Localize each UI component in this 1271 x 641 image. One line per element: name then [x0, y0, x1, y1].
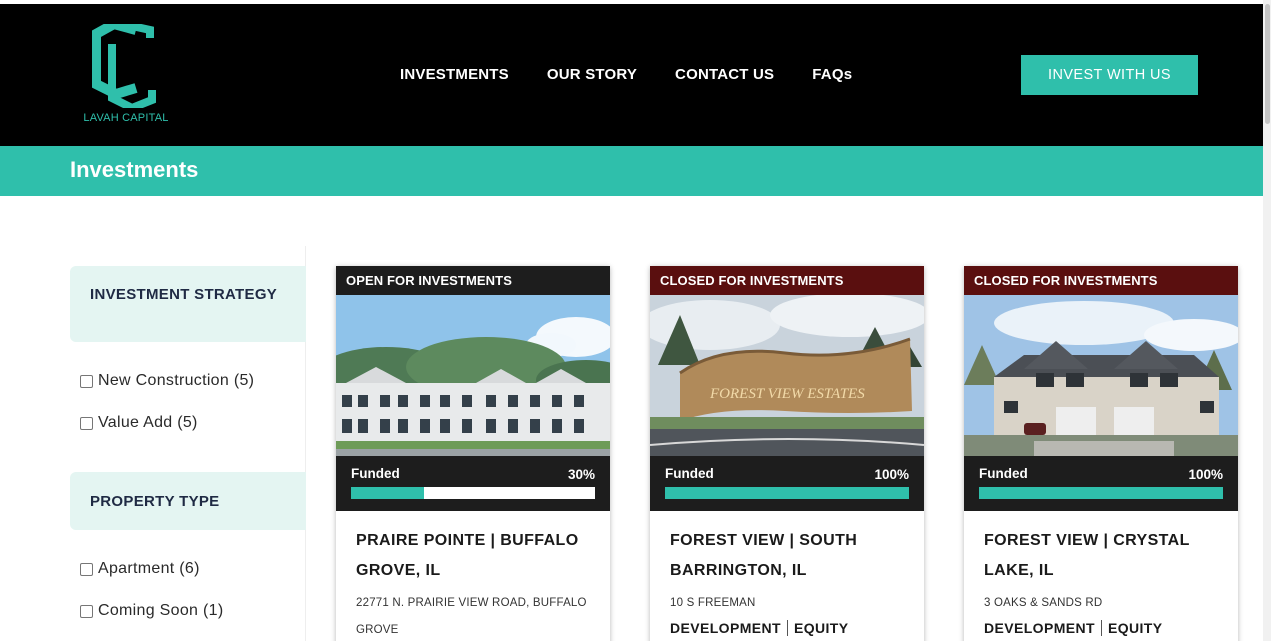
nav-investments[interactable]: INVESTMENTS	[400, 66, 509, 83]
property-image[interactable]: FOREST VIEW ESTATES	[650, 295, 924, 456]
invest-with-us-button[interactable]: INVEST WITH US	[1021, 55, 1198, 95]
funding-progress: Funded 30%	[336, 456, 610, 511]
filter-option-label: Value Add (5)	[98, 414, 198, 431]
progress-fill	[351, 487, 425, 499]
tag-equity: EQUITY	[1107, 620, 1163, 636]
checkbox[interactable]	[80, 604, 93, 618]
filter-option-coming-soon[interactable]: Coming Soon (1)	[80, 602, 223, 620]
funded-percent: 100%	[1188, 467, 1223, 482]
investment-card[interactable]: CLOSED FOR INVESTMENTS Funded 100% FORES…	[964, 266, 1238, 641]
funding-progress: Funded 100%	[650, 456, 924, 511]
main-nav: INVESTMENTS OUR STORY CONTACT US FAQs	[400, 66, 852, 83]
filter-heading-property-type[interactable]: PROPERTY TYPE	[70, 472, 306, 530]
card-address: 10 S FREEMAN	[670, 597, 756, 609]
page-title-banner: Investments	[0, 146, 1263, 196]
investment-card[interactable]: CLOSED FOR INVESTMENTS FOREST VIEW ESTAT…	[650, 266, 924, 641]
tag-development: DEVELOPMENT	[984, 620, 1095, 636]
filter-option-label: Coming Soon (1)	[98, 602, 224, 619]
card-title[interactable]: PRAIRE POINTE | BUFFALO GROVE, IL	[356, 526, 596, 586]
card-title[interactable]: FOREST VIEW | CRYSTAL LAKE, IL	[984, 526, 1224, 586]
filter-option-label: Apartment (6)	[98, 560, 200, 577]
logo-mark-icon	[92, 24, 156, 108]
progress-track	[351, 487, 595, 499]
card-address: 22771 N. PRAIRIE VIEW ROAD, BUFFALO GROV…	[356, 597, 587, 636]
investment-card[interactable]: OPEN FOR INVESTMENTS Funded 30% PRAIRE P…	[336, 266, 610, 641]
funded-percent: 100%	[874, 467, 909, 482]
card-status-badge: OPEN FOR INVESTMENTS	[336, 266, 610, 295]
checkbox[interactable]	[80, 374, 93, 388]
scrollbar-thumb[interactable]	[1265, 4, 1270, 124]
nav-faqs[interactable]: FAQs	[812, 66, 852, 83]
nav-contact-us[interactable]: CONTACT US	[675, 66, 774, 83]
filter-option-label: New Construction (5)	[98, 372, 255, 389]
tag-divider	[786, 620, 788, 636]
progress-fill	[979, 487, 1223, 499]
funded-label: Funded	[979, 466, 1028, 481]
property-image[interactable]	[964, 295, 1238, 456]
checkbox[interactable]	[80, 562, 93, 576]
tag-development: DEVELOPMENT	[670, 620, 781, 636]
property-image[interactable]	[336, 295, 610, 456]
progress-track	[665, 487, 909, 499]
card-tags: DEVELOPMENT EQUITY	[984, 620, 1163, 636]
progress-track	[979, 487, 1223, 499]
forest-view-sign-text: FOREST VIEW ESTATES	[709, 386, 865, 402]
funding-progress: Funded 100%	[964, 456, 1238, 511]
checkbox[interactable]	[80, 416, 93, 430]
card-tags: DEVELOPMENT EQUITY	[670, 620, 849, 636]
funded-label: Funded	[665, 466, 714, 481]
filter-option-apartment[interactable]: Apartment (6)	[80, 560, 200, 578]
page-title: Investments	[70, 157, 199, 182]
lavah-capital-logo[interactable]: LAVAH CAPITAL	[80, 24, 172, 128]
logo-text: LAVAH CAPITAL	[83, 112, 169, 124]
tag-equity: EQUITY	[793, 620, 849, 636]
filter-sidebar: INVESTMENT STRATEGY New Construction (5)…	[70, 246, 306, 641]
card-status-badge: CLOSED FOR INVESTMENTS	[964, 266, 1238, 295]
filter-heading-investment-strategy[interactable]: INVESTMENT STRATEGY	[70, 266, 306, 342]
tag-divider	[1100, 620, 1102, 636]
funded-percent: 30%	[567, 467, 595, 482]
progress-fill	[665, 487, 909, 499]
card-status-badge: CLOSED FOR INVESTMENTS	[650, 266, 924, 295]
nav-our-story[interactable]: OUR STORY	[547, 66, 637, 83]
card-address: 3 OAKS & SANDS RD	[984, 597, 1103, 609]
filter-option-value-add[interactable]: Value Add (5)	[80, 414, 198, 432]
funded-label: Funded	[351, 466, 400, 481]
filter-option-new-construction[interactable]: New Construction (5)	[80, 372, 254, 390]
site-header: LAVAH CAPITAL INVESTMENTS OUR STORY CONT…	[0, 4, 1263, 146]
card-title[interactable]: FOREST VIEW | SOUTH BARRINGTON, IL	[670, 526, 910, 586]
